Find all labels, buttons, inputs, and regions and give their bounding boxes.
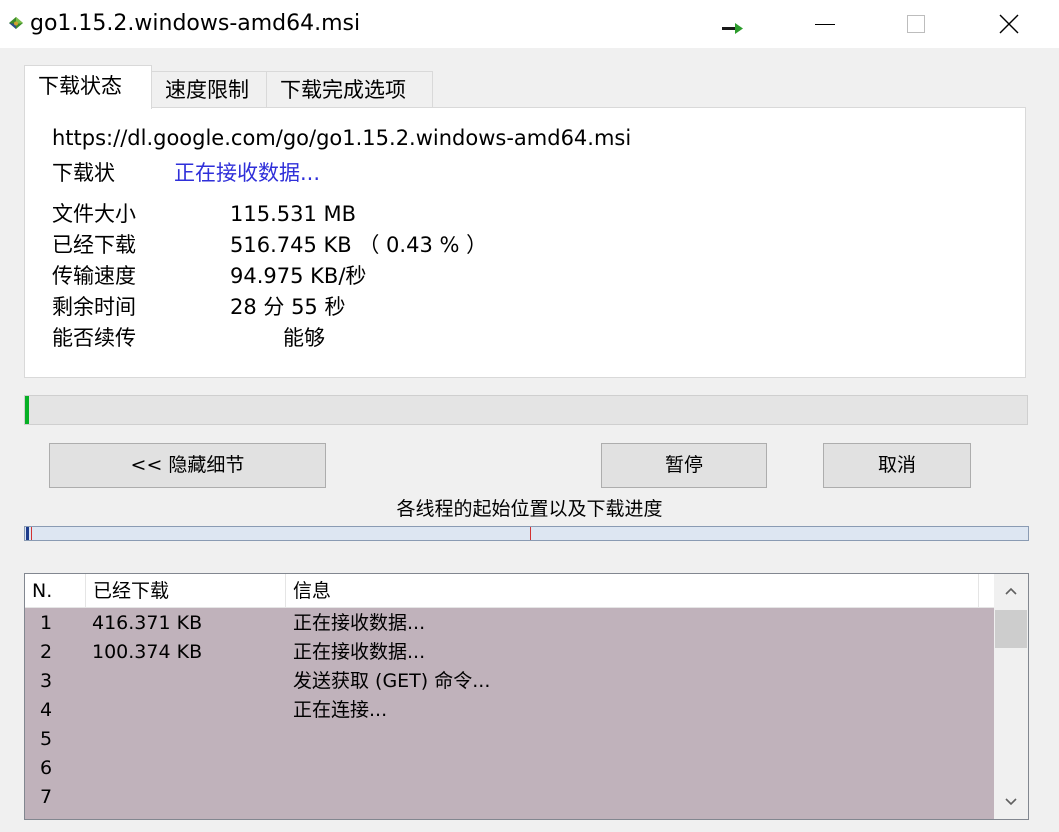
time-remaining-label: 剩余时间 — [52, 295, 136, 319]
cancel-button[interactable]: 取消 — [823, 443, 971, 488]
column-header-downloaded[interactable]: 已经下载 — [86, 574, 286, 607]
connection-list[interactable]: N. 已经下载 信息 1 416.371 KB 正在接收数据... 2 100.… — [24, 573, 1029, 820]
close-button[interactable] — [963, 0, 1055, 48]
thread-progress-label: 各线程的起始位置以及下载进度 — [396, 498, 663, 520]
thread-1-progress-marker — [26, 527, 29, 540]
connection-list-header: N. 已经下载 信息 — [25, 574, 994, 608]
thread-1-start-marker — [31, 527, 32, 540]
row-downloaded: 100.374 KB — [92, 641, 203, 663]
row-info: 正在接收数据... — [293, 641, 426, 663]
transfer-speed-value: 94.975 KB/秒 — [230, 264, 367, 288]
transfer-arrow-icon — [722, 23, 743, 34]
scroll-thumb[interactable] — [995, 610, 1027, 648]
row-number: 6 — [40, 757, 53, 779]
row-number: 1 — [40, 612, 53, 634]
row-info: 正在连接... — [293, 699, 388, 721]
row-number: 7 — [40, 786, 53, 808]
window-title: go1.15.2.windows-amd64.msi — [30, 11, 361, 36]
download-app-icon — [9, 17, 23, 29]
download-url: https://dl.google.com/go/go1.15.2.window… — [52, 126, 632, 150]
minimize-icon — [815, 24, 835, 25]
title-bar: go1.15.2.windows-amd64.msi — [0, 0, 1059, 48]
connection-row[interactable]: 2 100.374 KB 正在接收数据... — [25, 638, 994, 667]
close-icon — [999, 14, 1019, 34]
connection-row[interactable]: 3 发送获取 (GET) 命令... — [25, 667, 994, 696]
column-header-number[interactable]: N. — [25, 574, 86, 607]
connection-row[interactable]: 7 — [25, 783, 994, 812]
tab-download-status[interactable]: 下载状态 — [24, 65, 152, 109]
tab-on-complete[interactable]: 下载完成选项 — [266, 71, 433, 108]
row-info: 正在接收数据... — [293, 612, 426, 634]
connection-row[interactable]: 4 正在连接... — [25, 696, 994, 725]
thread-progress-bar — [24, 526, 1029, 541]
row-number: 2 — [40, 641, 53, 663]
downloaded-label: 已经下载 — [52, 233, 136, 257]
overall-progress-bar — [24, 395, 1028, 425]
chevron-down-icon — [1005, 798, 1017, 806]
maximize-icon — [907, 15, 925, 33]
overall-progress-fill — [25, 396, 30, 424]
connection-list-scrollbar[interactable] — [994, 574, 1028, 819]
chevron-up-icon — [1005, 587, 1017, 595]
connection-row[interactable]: 1 416.371 KB 正在接收数据... — [25, 609, 994, 638]
time-remaining-value: 28 分 55 秒 — [230, 295, 346, 319]
row-number: 3 — [40, 670, 53, 692]
row-number: 5 — [40, 728, 53, 750]
status-label: 下载状 — [52, 161, 115, 185]
column-header-info[interactable]: 信息 — [286, 574, 979, 607]
hide-details-button[interactable]: << 隐藏细节 — [49, 443, 326, 488]
transfer-speed-label: 传输速度 — [52, 264, 136, 288]
row-info: 发送获取 (GET) 命令... — [293, 670, 491, 692]
scroll-down-button[interactable] — [994, 785, 1028, 819]
downloaded-value: 516.745 KB （ 0.43 % ） — [230, 233, 488, 257]
file-size-label: 文件大小 — [52, 202, 136, 226]
thread-2-start-marker — [530, 527, 531, 540]
pause-button[interactable]: 暂停 — [601, 443, 767, 488]
file-size-value: 115.531 MB — [230, 202, 357, 226]
connection-row[interactable]: 6 — [25, 754, 994, 783]
resume-capability-value: 能够 — [283, 326, 325, 350]
resume-capability-label: 能否续传 — [52, 326, 136, 350]
download-status-panel: https://dl.google.com/go/go1.15.2.window… — [24, 107, 1026, 378]
maximize-button[interactable] — [871, 0, 963, 48]
row-downloaded: 416.371 KB — [92, 612, 203, 634]
row-number: 4 — [40, 699, 53, 721]
status-value: 正在接收数据... — [174, 161, 321, 185]
minimize-button[interactable] — [779, 0, 871, 48]
connection-row[interactable]: 5 — [25, 725, 994, 754]
scroll-up-button[interactable] — [994, 574, 1028, 608]
tab-speed-limit[interactable]: 速度限制 — [151, 71, 267, 108]
